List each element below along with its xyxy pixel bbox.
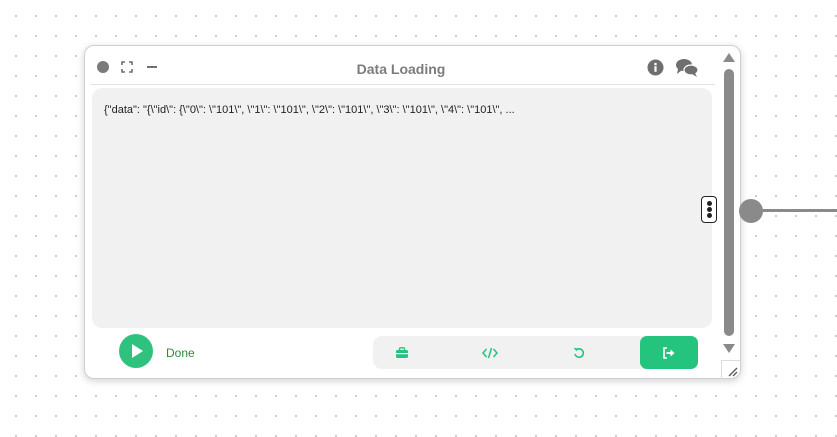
node-title: Data Loading (356, 61, 446, 77)
toolbox-button[interactable] (373, 336, 431, 369)
header-divider (91, 84, 715, 85)
output-port[interactable] (739, 199, 763, 223)
play-icon (132, 344, 143, 358)
reset-button[interactable] (550, 336, 608, 369)
code-button[interactable] (461, 336, 519, 369)
output-panel[interactable]: {"data": "{\"id\": {\"0\": \"101\", \"1\… (92, 88, 712, 328)
node-toolbar (373, 336, 698, 369)
code-icon (482, 347, 498, 358)
info-icon[interactable] (647, 59, 664, 76)
scroll-up-arrow[interactable] (723, 53, 735, 62)
node-header: Data Loading (85, 46, 717, 86)
undo-icon (573, 347, 585, 358)
scroll-down-arrow[interactable] (723, 344, 735, 353)
toolbox-icon (396, 346, 408, 358)
scrollbar-thumb[interactable] (724, 69, 734, 336)
drag-handle-icon[interactable] (701, 196, 717, 223)
exit-button[interactable] (640, 336, 698, 369)
chat-icon[interactable] (675, 58, 699, 78)
sign-out-icon (663, 346, 675, 359)
data-loading-node[interactable]: Data Loading {"data": "{\"id\": {\"0\": … (84, 45, 741, 379)
run-button[interactable] (119, 334, 153, 368)
output-text: {"data": "{\"id\": {\"0\": \"101\", \"1\… (104, 104, 515, 116)
connection-edge (762, 209, 837, 212)
resize-handle[interactable] (721, 360, 740, 379)
status-text: Done (166, 346, 195, 360)
